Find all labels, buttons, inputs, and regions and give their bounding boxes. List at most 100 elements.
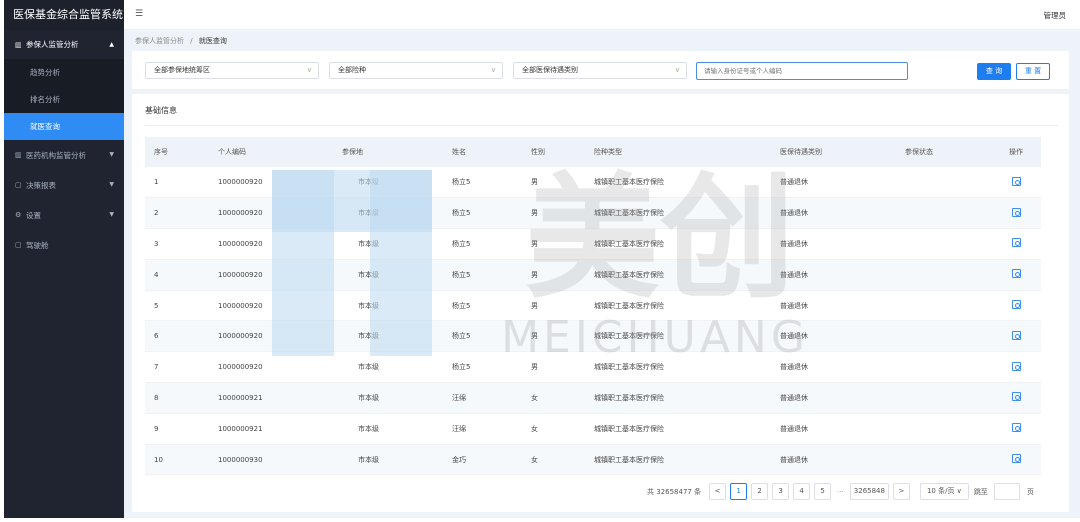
sidebar-subitem-ranking[interactable]: 排名分析: [4, 86, 124, 113]
user-name[interactable]: 管理员: [1044, 10, 1067, 21]
sidebar-item-reports[interactable]: ▢ 决策报表 ▼: [4, 170, 124, 200]
sidebar-item-settings[interactable]: ⚙ 设置 ▼: [4, 200, 124, 230]
col-header-insured-status: 参保状态: [896, 137, 991, 167]
query-button[interactable]: 查 询: [977, 63, 1011, 80]
cell-gender: 男: [522, 228, 585, 260]
table-row[interactable]: 10 1000000930 市本级 金巧女城镇职工基本医疗保险 普通退休: [145, 444, 1041, 476]
table-row[interactable]: 5 1000000920 市本级 杨立5 男城镇职工基本医疗保险 普通退休: [145, 290, 1041, 322]
view-detail-icon[interactable]: [1011, 330, 1021, 340]
col-header-treatment-type: 医保待遇类别: [771, 137, 896, 167]
cell-index: 8: [145, 382, 209, 414]
pagination-ellipsis[interactable]: ···: [837, 488, 844, 496]
cell-action: [991, 320, 1041, 353]
view-detail-icon[interactable]: [1011, 176, 1021, 186]
pagination-prev-button[interactable]: <: [709, 483, 727, 500]
cell-personal-code: 1000000921: [209, 382, 333, 414]
treatment-type-select[interactable]: 全部医保待遇类别 ∨: [513, 62, 687, 79]
results-table-wrap: 序号 个人编码 参保地 姓名 性别 险种类型 医保待遇类别 参保状态 操作 11…: [145, 137, 1041, 476]
breadcrumb: 参保人监管分析 / 就医查询: [135, 36, 227, 46]
cell-insured-place: 市本级: [333, 197, 443, 230]
cell-index: 10: [145, 444, 209, 476]
cell-insured-status: [896, 382, 991, 414]
view-detail-icon[interactable]: [1011, 454, 1021, 464]
treatment-type-select-value: 全部医保待遇类别: [522, 66, 578, 74]
cell-name: 杨立5: [443, 197, 522, 230]
cell-insured-status: [896, 167, 991, 199]
id-search-input[interactable]: [696, 62, 908, 80]
col-header-name: 姓名: [443, 137, 522, 167]
chevron-down-icon: ▼: [109, 211, 114, 218]
cell-insured-status: [896, 351, 991, 384]
cell-insured-place: 市本级: [333, 413, 443, 445]
view-detail-icon[interactable]: [1011, 238, 1021, 248]
cell-action: [991, 167, 1041, 199]
view-detail-icon[interactable]: [1011, 269, 1021, 279]
cell-name: 杨立5: [443, 259, 522, 291]
pagination-page-5[interactable]: 5: [814, 483, 832, 500]
sidebar-item-label: 医药机构监管分析: [26, 150, 86, 160]
cell-insurance-type: 城镇职工基本医疗保险: [585, 382, 771, 414]
reset-button[interactable]: 重 置: [1016, 63, 1050, 80]
basic-info-panel: 基础信息 序号 个人编码 参保地 姓名 性别 险种类型 医保待遇类别 参保状态 …: [132, 94, 1069, 512]
sidebar-subitem-medical-query[interactable]: 就医查询: [4, 113, 124, 140]
cell-insurance-type: 城镇职工基本医疗保险: [585, 320, 771, 353]
cell-insured-status: [896, 228, 991, 260]
col-header-insurance-type: 险种类型: [585, 137, 771, 167]
sidebar-subitem-trend[interactable]: 趋势分析: [4, 59, 124, 86]
cell-personal-code: 1000000920: [209, 197, 333, 230]
cell-personal-code: 1000000920: [209, 320, 333, 353]
insurance-type-select-value: 全部险种: [338, 66, 366, 74]
gear-icon: ⚙: [15, 211, 22, 219]
pagination-page-3[interactable]: 3: [772, 483, 790, 500]
table-row[interactable]: 2 1000000920 市本级 杨立5 男城镇职工基本医疗保险 普通退休: [145, 197, 1041, 230]
cell-personal-code: 1000000921: [209, 413, 333, 445]
sidebar-item-cockpit[interactable]: ▢ 驾驶舱: [4, 230, 124, 260]
table-header-row: 序号 个人编码 参保地 姓名 性别 险种类型 医保待遇类别 参保状态 操作: [145, 137, 1041, 167]
table-row[interactable]: 7 1000000920 市本级 杨立5 男城镇职工基本医疗保险 普通退休: [145, 351, 1041, 384]
cell-gender: 女: [522, 444, 585, 476]
view-detail-icon[interactable]: [1011, 207, 1021, 217]
pagination-total: 共 32658477 条: [647, 487, 702, 496]
sidebar-item-label: 决策报表: [26, 180, 56, 190]
cell-action: [991, 197, 1041, 230]
view-detail-icon[interactable]: [1011, 300, 1021, 310]
pagination-next-button[interactable]: >: [892, 483, 910, 500]
cell-gender: 男: [522, 197, 585, 230]
cell-index: 6: [145, 320, 209, 353]
cell-insured-status: [896, 444, 991, 476]
sidebar-item-institution-analysis[interactable]: ▥ 医药机构监管分析 ▼: [4, 140, 124, 170]
cell-treatment-type: 普通退休: [771, 259, 896, 291]
cell-index: 7: [145, 351, 209, 384]
cell-treatment-type: 普通退休: [771, 320, 896, 353]
insurance-type-select[interactable]: 全部险种 ∨: [329, 62, 503, 79]
jump-page-input[interactable]: [993, 483, 1020, 500]
sidebar-item-insured-analysis[interactable]: ▥ 参保人监管分析 ▲: [4, 30, 124, 59]
view-detail-icon[interactable]: [1011, 392, 1021, 402]
pagination-page-last[interactable]: 3265848: [849, 483, 889, 500]
cell-treatment-type: 普通退休: [771, 228, 896, 260]
region-select-value: 全部参保地统筹区: [154, 66, 210, 74]
cell-insured-status: [896, 413, 991, 445]
breadcrumb-parent[interactable]: 参保人监管分析: [135, 37, 184, 45]
region-select[interactable]: 全部参保地统筹区 ∨: [145, 62, 319, 79]
pagination-page-2[interactable]: 2: [751, 483, 769, 500]
pagination-page-1[interactable]: 1: [730, 483, 748, 500]
cell-name: 汪绵: [443, 413, 522, 445]
cell-insured-place: 市本级: [333, 259, 443, 291]
main-content: 参保人监管分析 / 就医查询 全部参保地统筹区 ∨ 全部险种 ∨ 全部医保待遇类…: [124, 30, 1080, 518]
table-row[interactable]: 1 1000000920 市本级 杨立5 男城镇职工基本医疗保险 普通退休: [145, 167, 1041, 199]
table-row[interactable]: 9 1000000921 市本级 汪绵女城镇职工基本医疗保险 普通退休: [145, 413, 1041, 445]
table-row[interactable]: 4 1000000920 市本级 杨立5 男城镇职工基本医疗保险 普通退休: [145, 259, 1041, 291]
page-size-select[interactable]: 10 条/页 ∨: [919, 483, 969, 500]
table-row[interactable]: 6 1000000920 市本级 杨立5 男城镇职工基本医疗保险 普通退休: [145, 320, 1041, 353]
chevron-down-icon: ▼: [109, 181, 114, 188]
col-header-action: 操作: [991, 137, 1041, 167]
cell-action: [991, 351, 1041, 384]
table-row[interactable]: 8 1000000921 市本级 汪绵女城镇职工基本医疗保险 普通退休: [145, 382, 1041, 414]
view-detail-icon[interactable]: [1011, 361, 1021, 371]
view-detail-icon[interactable]: [1011, 423, 1021, 433]
pagination-page-4[interactable]: 4: [793, 483, 811, 500]
table-row[interactable]: 3 1000000920 市本级 杨立5 男城镇职工基本医疗保险 普通退休: [145, 228, 1041, 260]
menu-toggle-icon[interactable]: ☰: [135, 9, 143, 19]
cell-index: 3: [145, 228, 209, 260]
